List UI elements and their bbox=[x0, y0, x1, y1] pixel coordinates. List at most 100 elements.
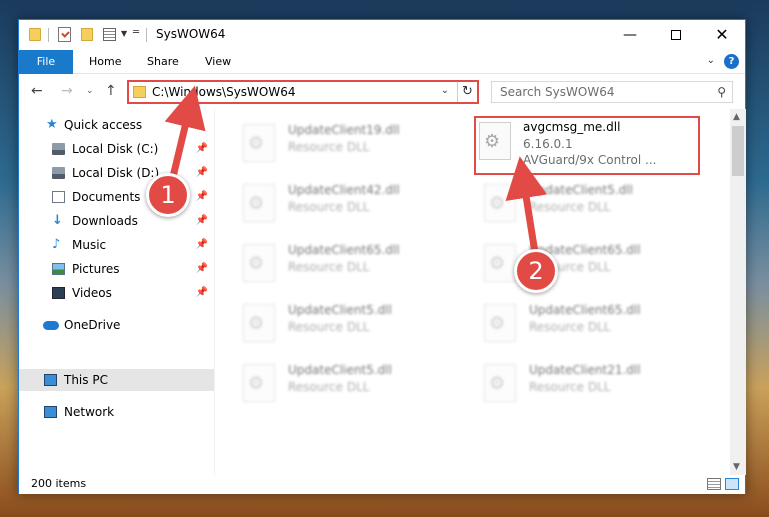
maximize-button[interactable] bbox=[653, 20, 699, 50]
sidebar-item-label: Downloads bbox=[72, 214, 138, 228]
sidebar-item-label: Documents bbox=[72, 190, 141, 204]
list-item[interactable]: UpdateClient5.dll Resource DLL bbox=[237, 358, 467, 414]
list-item[interactable]: UpdateClient65.dll Resource DLL bbox=[237, 238, 467, 294]
list-item[interactable]: UpdateClient5.dll Resource DLL bbox=[237, 298, 467, 354]
new-folder-icon[interactable] bbox=[81, 28, 93, 41]
up-button[interactable]: ↑ bbox=[105, 83, 117, 99]
pin-icon[interactable]: 📌 bbox=[196, 210, 208, 232]
dll-file-icon bbox=[243, 124, 275, 162]
sidebar-item-label: Quick access bbox=[64, 118, 143, 132]
file-name: UpdateClient5.dll bbox=[288, 303, 392, 317]
dll-file-icon bbox=[243, 364, 275, 402]
dll-file-icon bbox=[479, 122, 511, 160]
dll-file-icon bbox=[484, 244, 516, 282]
sidebar-item-local-disk-c[interactable]: Local Disk (C:) 📌 bbox=[19, 138, 214, 160]
sidebar-item-label: This PC bbox=[64, 373, 108, 387]
sidebar-item-network[interactable]: Network bbox=[19, 401, 214, 423]
navigation-bar: ← → ⌄ ↑ C:\Windows\SysWOW64 ⌄ ↻ Search S… bbox=[19, 75, 745, 109]
close-button[interactable]: ✕ bbox=[699, 20, 745, 50]
pc-icon bbox=[44, 374, 57, 386]
large-icons-view-icon[interactable] bbox=[725, 478, 739, 490]
sidebar-item-downloads[interactable]: ↓ Downloads 📌 bbox=[19, 210, 214, 232]
file-explorer-window: ▼ ═ SysWOW64 — ✕ File Home Share View ⌄ … bbox=[18, 19, 746, 494]
vertical-scrollbar[interactable]: ▲ ▼ bbox=[730, 109, 746, 475]
documents-icon bbox=[52, 191, 65, 203]
list-item[interactable]: UpdateClient19.dll Resource DLL bbox=[237, 118, 467, 174]
list-item[interactable]: UpdateClient65.dll Resource DLL bbox=[478, 298, 708, 354]
ribbon-tabs: File Home Share View ⌄ ? bbox=[19, 50, 745, 74]
chevron-down-icon[interactable]: ⌄ bbox=[441, 85, 449, 96]
dll-file-icon bbox=[243, 304, 275, 342]
sidebar-item-onedrive[interactable]: OneDrive bbox=[19, 314, 214, 336]
pin-icon[interactable]: 📌 bbox=[196, 234, 208, 256]
list-item[interactable]: UpdateClient65.dll Resource DLL bbox=[478, 238, 708, 294]
address-path[interactable]: C:\Windows\SysWOW64 bbox=[152, 85, 296, 99]
forward-button[interactable]: → bbox=[61, 83, 73, 99]
dll-file-icon bbox=[484, 364, 516, 402]
address-bar[interactable]: C:\Windows\SysWOW64 ⌄ ↻ bbox=[127, 80, 479, 104]
list-item[interactable]: UpdateClient21.dll Resource DLL bbox=[478, 358, 708, 414]
dll-file-icon bbox=[243, 184, 275, 222]
pin-icon[interactable]: 📌 bbox=[196, 282, 208, 304]
search-input[interactable]: Search SysWOW64 ⚲ bbox=[491, 81, 733, 103]
maximize-icon bbox=[671, 30, 681, 40]
file-name: UpdateClient65.dll bbox=[288, 243, 400, 257]
sidebar-item-label: Local Disk (C:) bbox=[72, 142, 159, 156]
status-bar: 200 items bbox=[19, 475, 745, 494]
file-name: UpdateClient21.dll bbox=[529, 363, 641, 377]
tab-view[interactable]: View bbox=[192, 50, 244, 74]
pin-icon[interactable]: 📌 bbox=[196, 258, 208, 280]
properties-check-icon[interactable] bbox=[58, 27, 71, 42]
recent-locations-icon[interactable]: ⌄ bbox=[86, 86, 94, 96]
back-button[interactable]: ← bbox=[31, 83, 43, 99]
refresh-button[interactable]: ↻ bbox=[457, 82, 477, 102]
file-type: Resource DLL bbox=[288, 380, 370, 394]
star-icon: ★ bbox=[46, 117, 58, 132]
properties-icon[interactable] bbox=[103, 28, 116, 41]
folder-icon[interactable] bbox=[29, 28, 41, 41]
sidebar-item-label: Network bbox=[64, 405, 115, 419]
disk-icon bbox=[52, 143, 65, 155]
callout-step-2: 2 bbox=[514, 249, 558, 293]
tab-home[interactable]: Home bbox=[76, 50, 134, 74]
toolbar-divider bbox=[146, 28, 147, 42]
highlighted-file-item[interactable]: avgcmsg_me.dll 6.16.0.1 AVGuard/9x Contr… bbox=[474, 116, 700, 175]
pin-icon[interactable]: 📌 bbox=[196, 186, 208, 208]
scroll-down-icon[interactable]: ▼ bbox=[733, 462, 740, 472]
toolbar-divider bbox=[48, 28, 49, 42]
customize-toolbar-icon[interactable]: ═ bbox=[133, 27, 139, 38]
file-type: Resource DLL bbox=[529, 200, 611, 214]
folder-icon bbox=[133, 86, 146, 98]
sidebar-item-quick-access[interactable]: ★ Quick access bbox=[19, 114, 214, 136]
scrollbar-thumb[interactable] bbox=[732, 126, 744, 176]
list-item[interactable]: UpdateClient42.dll Resource DLL bbox=[237, 178, 467, 234]
tab-share[interactable]: Share bbox=[134, 50, 192, 74]
callout-step-1: 1 bbox=[146, 173, 190, 217]
list-item[interactable]: UpdateClient5.dll Resource DLL bbox=[478, 178, 708, 234]
details-view-icon[interactable] bbox=[707, 478, 721, 490]
cloud-icon bbox=[43, 321, 59, 330]
caret-down-icon[interactable]: ▼ bbox=[121, 29, 127, 38]
network-icon bbox=[44, 406, 57, 418]
sidebar-item-pictures[interactable]: Pictures 📌 bbox=[19, 258, 214, 280]
expand-ribbon-icon[interactable]: ⌄ bbox=[707, 55, 715, 66]
sidebar-item-videos[interactable]: Videos 📌 bbox=[19, 282, 214, 304]
file-name: UpdateClient65.dll bbox=[529, 303, 641, 317]
tab-file[interactable]: File bbox=[19, 50, 73, 74]
sidebar-item-label: Videos bbox=[72, 286, 112, 300]
music-icon: ♪ bbox=[52, 237, 61, 252]
pin-icon[interactable]: 📌 bbox=[196, 162, 208, 184]
dll-file-icon bbox=[243, 244, 275, 282]
file-version: 6.16.0.1 bbox=[523, 137, 573, 151]
file-name: avgcmsg_me.dll bbox=[523, 120, 621, 134]
dll-file-icon bbox=[484, 304, 516, 342]
pin-icon[interactable]: 📌 bbox=[196, 138, 208, 160]
scroll-up-icon[interactable]: ▲ bbox=[733, 112, 740, 122]
sidebar-item-music[interactable]: ♪ Music 📌 bbox=[19, 234, 214, 256]
file-name: UpdateClient19.dll bbox=[288, 123, 400, 137]
download-icon: ↓ bbox=[52, 213, 63, 228]
help-icon[interactable]: ? bbox=[724, 54, 739, 69]
file-type: Resource DLL bbox=[288, 320, 370, 334]
minimize-button[interactable]: — bbox=[607, 20, 653, 50]
sidebar-item-this-pc[interactable]: This PC bbox=[19, 369, 214, 391]
